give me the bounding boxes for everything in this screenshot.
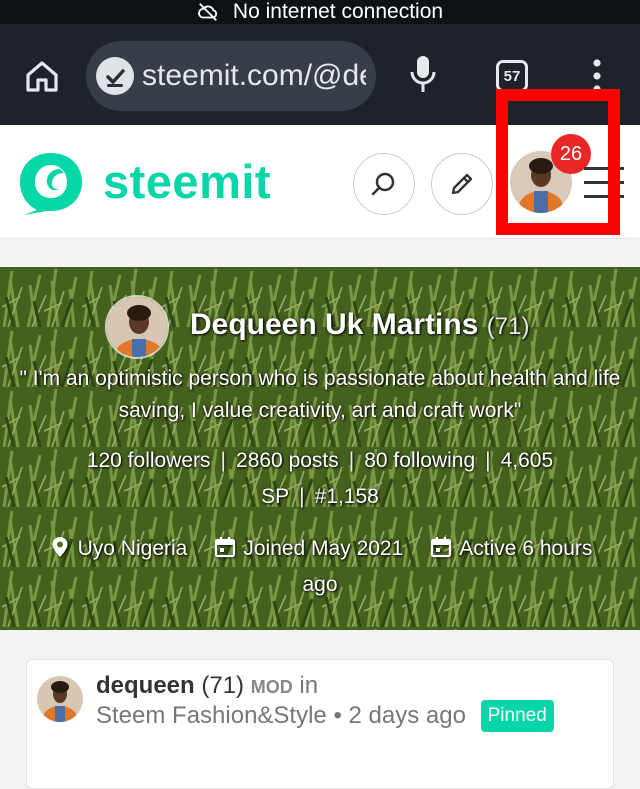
post-meta-line-2: Steem Fashion&Style • 2 days ago Pinned xyxy=(96,700,554,732)
steemit-logo-icon[interactable] xyxy=(16,149,86,215)
followers-link[interactable]: 120 followers xyxy=(87,449,211,472)
profile-stats: 120 followers | 2860 posts | 80 following | 4,… xyxy=(86,449,554,508)
pencil-icon xyxy=(451,173,473,195)
calendar-icon xyxy=(431,537,452,558)
following-link[interactable]: 80 following xyxy=(364,449,475,472)
profile-avatar xyxy=(105,295,169,359)
site-header: steemit 26 xyxy=(0,89,640,239)
search-button[interactable] xyxy=(353,153,415,215)
url-text[interactable]: steemit.com/@dequeen xyxy=(142,59,366,93)
post-author[interactable]: dequeen xyxy=(96,672,195,699)
post-author-avatar[interactable] xyxy=(37,676,83,722)
joined-date: Joined May 2021 xyxy=(213,537,403,560)
profile-reputation: (71) xyxy=(486,313,530,340)
mic-icon[interactable] xyxy=(408,54,438,94)
profile-banner: Dequeen Uk Martins (71) " I'm an optimis… xyxy=(0,267,640,630)
post-meta-line: dequeen (71) MOD in xyxy=(96,672,318,701)
brand-wordmark[interactable]: steemit xyxy=(103,155,271,209)
location-text: Uyo Nigeria xyxy=(77,537,188,560)
calendar-icon xyxy=(215,537,236,558)
joined-text: Joined May 2021 xyxy=(243,537,404,560)
status-message: No internet connection xyxy=(232,0,444,23)
pinned-badge: Pinned xyxy=(480,700,554,732)
location: Uyo Nigeria xyxy=(48,537,188,560)
address-bar[interactable]: steemit.com/@dequeen xyxy=(86,41,376,111)
new-post-button[interactable] xyxy=(431,153,493,215)
profile-about: " I'm an optimistic person who is passio… xyxy=(19,367,621,422)
post-age[interactable]: 2 days ago xyxy=(349,702,466,729)
profile-name: Dequeen Uk Martins (71) xyxy=(190,307,529,345)
posts-link[interactable]: 2860 posts xyxy=(236,449,339,472)
profile-meta: Uyo Nigeria Joined May 2021 Active 6 hours… xyxy=(40,531,600,603)
post-author-reputation: (71) xyxy=(201,672,245,699)
home-icon[interactable] xyxy=(24,58,60,94)
annotation-highlight-box xyxy=(496,89,620,235)
tabs-button[interactable]: 57 xyxy=(496,60,528,92)
mod-badge: MOD xyxy=(250,677,293,697)
no-cloud-icon xyxy=(198,3,217,21)
site-info-icon[interactable] xyxy=(96,57,134,95)
rank: #1,158 xyxy=(314,485,379,508)
status-bar: No internet connection xyxy=(0,0,640,24)
post-card[interactable]: dequeen (71) MOD in Steem Fashion&Style … xyxy=(26,659,614,789)
location-pin-icon xyxy=(52,537,68,557)
profile-name-text: Dequeen Uk Martins xyxy=(190,308,479,341)
post-community[interactable]: Steem Fashion&Style xyxy=(96,702,327,729)
search-icon xyxy=(371,172,395,196)
in-label: in xyxy=(299,672,319,699)
